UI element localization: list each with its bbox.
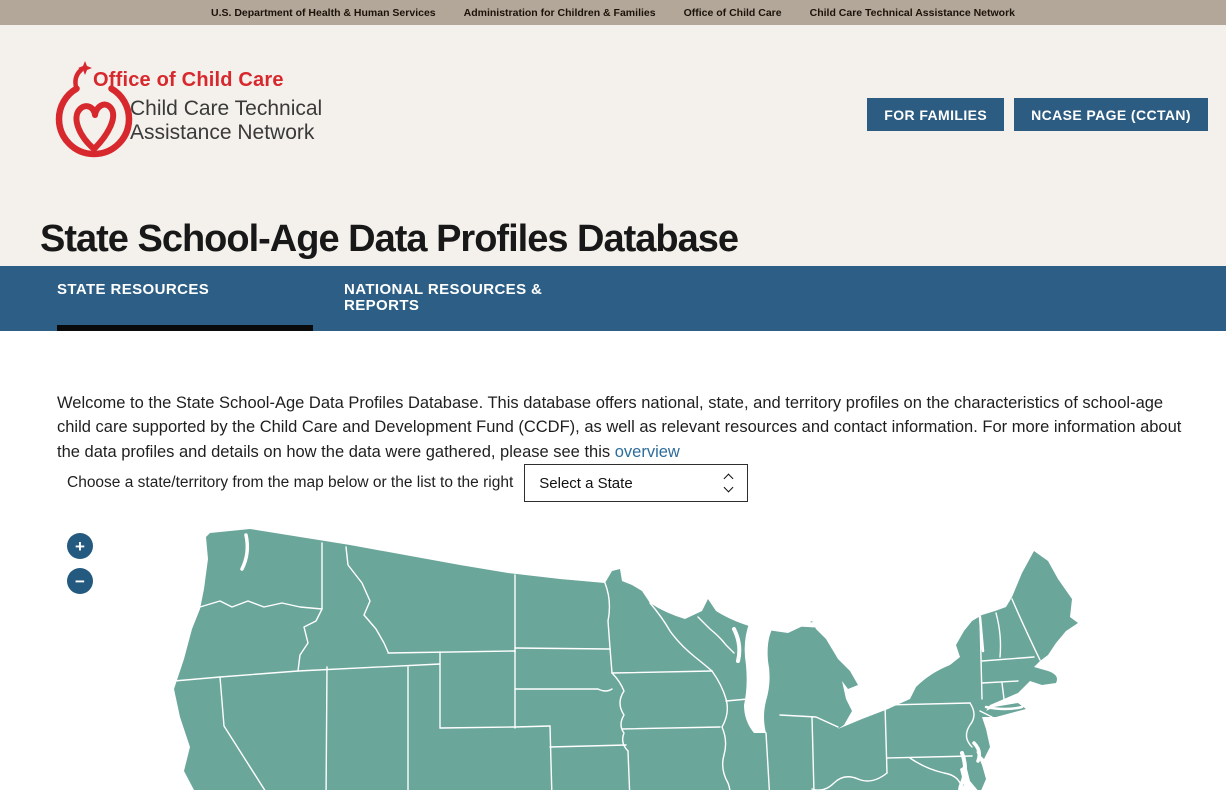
tab-state-resources[interactable]: STATE RESOURCES xyxy=(57,282,209,298)
header-cta-buttons: FOR FAMILIES NCASE PAGE (CCTAN) xyxy=(867,98,1208,131)
us-map[interactable] xyxy=(150,521,1110,790)
site-logo[interactable]: Office of Child Care Child Care Technica… xyxy=(48,61,358,191)
us-landmass[interactable] xyxy=(174,529,1078,790)
link-cctan[interactable]: Child Care Technical Assistance Network xyxy=(810,7,1015,19)
chooser-label: Choose a state/territory from the map be… xyxy=(67,474,513,492)
section-nav: STATE RESOURCES NATIONAL RESOURCES & REP… xyxy=(0,266,1226,331)
map-section: + − xyxy=(0,521,1226,790)
page-title: State School-Age Data Profiles Database xyxy=(40,218,738,261)
overview-link[interactable]: overview xyxy=(615,443,680,461)
page: U.S. Department of Health & Human Servic… xyxy=(0,0,1226,790)
state-select[interactable]: Select a State xyxy=(524,464,748,502)
logo-cctan-name: Child Care Technical Assistance Network xyxy=(130,97,345,145)
link-occ[interactable]: Office of Child Care xyxy=(684,7,782,19)
ncase-page-button[interactable]: NCASE PAGE (CCTAN) xyxy=(1014,98,1208,131)
intro-paragraph: Welcome to the State School-Age Data Pro… xyxy=(57,391,1193,465)
state-select-value: Select a State xyxy=(539,475,632,492)
state-chooser-row: Choose a state/territory from the map be… xyxy=(67,464,748,502)
tab-national-resources[interactable]: NATIONAL RESOURCES & REPORTS xyxy=(344,282,554,314)
site-header: Office of Child Care Child Care Technica… xyxy=(0,25,1226,266)
map-zoom-in-button[interactable]: + xyxy=(67,533,93,559)
government-links-bar: U.S. Department of Health & Human Servic… xyxy=(0,0,1226,25)
logo-office-of-child-care: Office of Child Care xyxy=(93,69,284,92)
map-zoom-out-button[interactable]: − xyxy=(67,568,93,594)
link-hhs[interactable]: U.S. Department of Health & Human Servic… xyxy=(211,7,436,19)
for-families-button[interactable]: FOR FAMILIES xyxy=(867,98,1004,131)
select-stepper-icon xyxy=(724,473,734,493)
link-acf[interactable]: Administration for Children & Families xyxy=(464,7,656,19)
main-content: Welcome to the State School-Age Data Pro… xyxy=(0,331,1226,790)
san-juan-island xyxy=(231,538,237,544)
